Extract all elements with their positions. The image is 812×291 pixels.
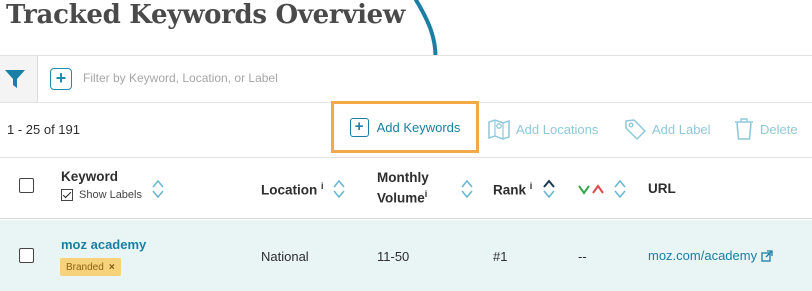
info-marker: i	[529, 181, 533, 191]
header-rank[interactable]: Rank i	[493, 181, 532, 198]
show-labels-checkbox[interactable]	[61, 189, 73, 201]
add-locations-label: Add Locations	[516, 121, 599, 137]
external-link-icon	[761, 249, 773, 262]
header-rank-label: Rank	[493, 182, 527, 198]
map-icon	[488, 119, 510, 140]
delete-label: Delete	[760, 121, 798, 137]
info-marker: i	[321, 181, 324, 191]
plus-icon: +	[349, 117, 369, 137]
header-location-label: Location	[261, 182, 318, 198]
filter-icon[interactable]	[4, 68, 26, 90]
url-text: moz.com/academy	[648, 248, 758, 263]
url-link[interactable]: moz.com/academy	[648, 248, 773, 263]
label-badge: Branded ×	[60, 258, 121, 276]
filter-input[interactable]: + Filter by Keyword, Location, or Label	[37, 56, 812, 102]
table-header: Keyword Show Labels Location i Monthly V…	[0, 157, 812, 219]
trash-icon	[735, 118, 753, 140]
sort-icon[interactable]	[333, 179, 345, 199]
page-title: Tracked Keywords Overview	[6, 0, 405, 30]
header-monthly-label: Monthly	[377, 170, 429, 185]
add-label-button[interactable]: Add Label	[623, 114, 711, 144]
add-filter-button[interactable]: +	[50, 68, 72, 90]
add-keywords-button[interactable]: + Add Keywords	[331, 101, 479, 153]
tag-icon	[625, 119, 646, 140]
header-location[interactable]: Location i	[261, 181, 324, 198]
sort-icon[interactable]	[461, 179, 473, 199]
rank-cell: #1	[493, 249, 508, 264]
rank-change-cell: --	[578, 249, 587, 264]
pagination-count: 1 - 25 of 191	[7, 122, 80, 137]
select-all-checkbox[interactable]	[19, 178, 34, 193]
delete-button[interactable]: Delete	[733, 114, 798, 144]
info-marker: i	[424, 189, 428, 199]
rank-trend-icon	[578, 184, 604, 195]
add-label-label: Add Label	[652, 121, 711, 137]
filter-placeholder: Filter by Keyword, Location, or Label	[83, 71, 278, 85]
filter-bar: + Filter by Keyword, Location, or Label	[0, 55, 812, 103]
monthly-volume-cell: 11-50	[377, 249, 410, 264]
show-labels-toggle[interactable]: Show Labels	[61, 189, 142, 201]
sort-icon[interactable]	[614, 179, 626, 199]
remove-label-button[interactable]: ×	[109, 262, 115, 273]
location-cell: National	[261, 249, 309, 264]
keyword-link[interactable]: moz academy	[61, 237, 146, 252]
header-volume-label: Volume	[377, 190, 425, 206]
show-labels-label: Show Labels	[79, 189, 142, 201]
header-monthly-volume[interactable]: Monthly Volumei	[377, 169, 429, 207]
sort-active-icon[interactable]	[543, 179, 555, 199]
add-keywords-label: Add Keywords	[376, 119, 461, 135]
row-checkbox[interactable]	[19, 248, 34, 263]
add-locations-button[interactable]: Add Locations	[487, 114, 598, 144]
header-url: URL	[648, 181, 676, 196]
header-keyword[interactable]: Keyword	[61, 169, 118, 184]
label-badge-text: Branded	[66, 261, 104, 273]
sort-icon[interactable]	[152, 179, 164, 199]
table-row: moz academy Branded × National 11-50 #1 …	[0, 220, 812, 291]
